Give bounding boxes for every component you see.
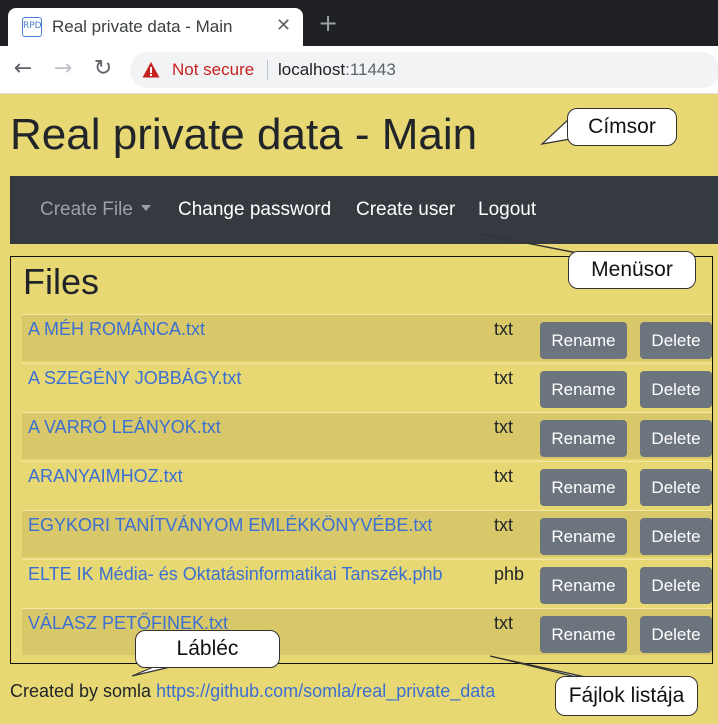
file-extension: txt	[494, 466, 514, 486]
file-extension: txt	[494, 368, 514, 388]
delete-button[interactable]: Delete	[640, 469, 712, 506]
url-host: localhost	[278, 60, 346, 79]
browser-tab-bar: RPD Real private data - Main ✕ +	[0, 0, 718, 46]
rename-button[interactable]: Rename	[540, 322, 627, 359]
file-row: A MÉH ROMÁNCA.txt txt Rename Delete	[22, 314, 712, 361]
callout-files: Fájlok listája	[555, 676, 698, 716]
create-file-dropdown[interactable]: Create File	[40, 199, 151, 221]
back-icon[interactable]: ←	[10, 56, 36, 82]
delete-button[interactable]: Delete	[640, 322, 712, 359]
page-title: Real private data - Main	[10, 110, 478, 159]
forward-icon[interactable]: →	[50, 56, 76, 82]
files-heading: Files	[23, 261, 100, 302]
github-link[interactable]: https://github.com/somla/real_private_da…	[156, 681, 495, 701]
browser-tab[interactable]: RPD Real private data - Main ✕	[8, 8, 303, 46]
rename-button[interactable]: Rename	[540, 371, 627, 408]
file-row: VÁLASZ PETŐFINEK.txt txt Rename Delete	[22, 608, 712, 655]
footer-text: Created by somla	[10, 681, 152, 701]
file-row: A VARRÓ LEÁNYOK.txt txt Rename Delete	[22, 412, 712, 459]
delete-button[interactable]: Delete	[640, 567, 712, 604]
delete-button[interactable]: Delete	[640, 371, 712, 408]
favicon-icon: RPD	[22, 17, 42, 37]
warning-triangle-icon[interactable]	[142, 61, 160, 79]
tab-title: Real private data - Main	[52, 17, 233, 36]
file-extension: txt	[494, 613, 514, 633]
delete-button[interactable]: Delete	[640, 420, 712, 457]
files-panel: Files A MÉH ROMÁNCA.txt txt Rename Delet…	[10, 256, 713, 664]
rename-button[interactable]: Rename	[540, 567, 627, 604]
file-link[interactable]: A SZEGÉNY JOBBÁGY.txt	[28, 368, 241, 389]
file-row: A SZEGÉNY JOBBÁGY.txt txt Rename Delete	[22, 363, 712, 410]
change-password-link[interactable]: Change password	[178, 199, 331, 221]
address-bar[interactable]: Not secure localhost:11443	[130, 52, 718, 88]
footer: Created by somla https://github.com/soml…	[10, 681, 495, 702]
file-extension: phb	[494, 564, 525, 584]
create-user-link[interactable]: Create user	[356, 199, 455, 221]
rename-button[interactable]: Rename	[540, 518, 627, 555]
file-extension: txt	[494, 417, 514, 437]
logout-link[interactable]: Logout	[478, 199, 536, 221]
url-text[interactable]: localhost:11443	[278, 60, 396, 80]
file-row: ELTE IK Média- és Oktatásinformatikai Ta…	[22, 559, 712, 606]
callout-footer: Lábléc	[135, 630, 280, 668]
close-tab-icon[interactable]: ✕	[276, 15, 291, 36]
file-row: ARANYAIMHOZ.txt txt Rename Delete	[22, 461, 712, 508]
callout-menu: Menüsor	[568, 251, 696, 289]
file-link[interactable]: EGYKORI TANÍTVÁNYOM EMLÉKKÖNYVÉBE.txt	[28, 515, 432, 536]
callout-title: Címsor	[567, 108, 677, 146]
file-link[interactable]: A MÉH ROMÁNCA.txt	[28, 319, 205, 340]
new-tab-icon[interactable]: +	[318, 11, 338, 35]
file-extension: txt	[494, 319, 514, 339]
security-label[interactable]: Not secure	[172, 60, 254, 80]
rename-button[interactable]: Rename	[540, 469, 627, 506]
file-link[interactable]: ELTE IK Média- és Oktatásinformatikai Ta…	[28, 564, 443, 585]
navbar: Create File Change password Create user …	[10, 176, 718, 244]
rename-button[interactable]: Rename	[540, 616, 627, 653]
reload-icon[interactable]: ↻	[90, 56, 116, 82]
file-row: EGYKORI TANÍTVÁNYOM EMLÉKKÖNYVÉBE.txt tx…	[22, 510, 712, 557]
rename-button[interactable]: Rename	[540, 420, 627, 457]
file-link[interactable]: ARANYAIMHOZ.txt	[28, 466, 183, 487]
delete-button[interactable]: Delete	[640, 518, 712, 555]
delete-button[interactable]: Delete	[640, 616, 712, 653]
omnibox-divider	[267, 60, 268, 80]
file-link[interactable]: A VARRÓ LEÁNYOK.txt	[28, 417, 221, 438]
caret-down-icon	[140, 205, 151, 211]
create-file-label: Create File	[40, 199, 133, 220]
browser-toolbar: ← → ↻ Not secure localhost:11443	[0, 46, 718, 94]
file-extension: txt	[494, 515, 514, 535]
url-port: :11443	[345, 60, 396, 79]
